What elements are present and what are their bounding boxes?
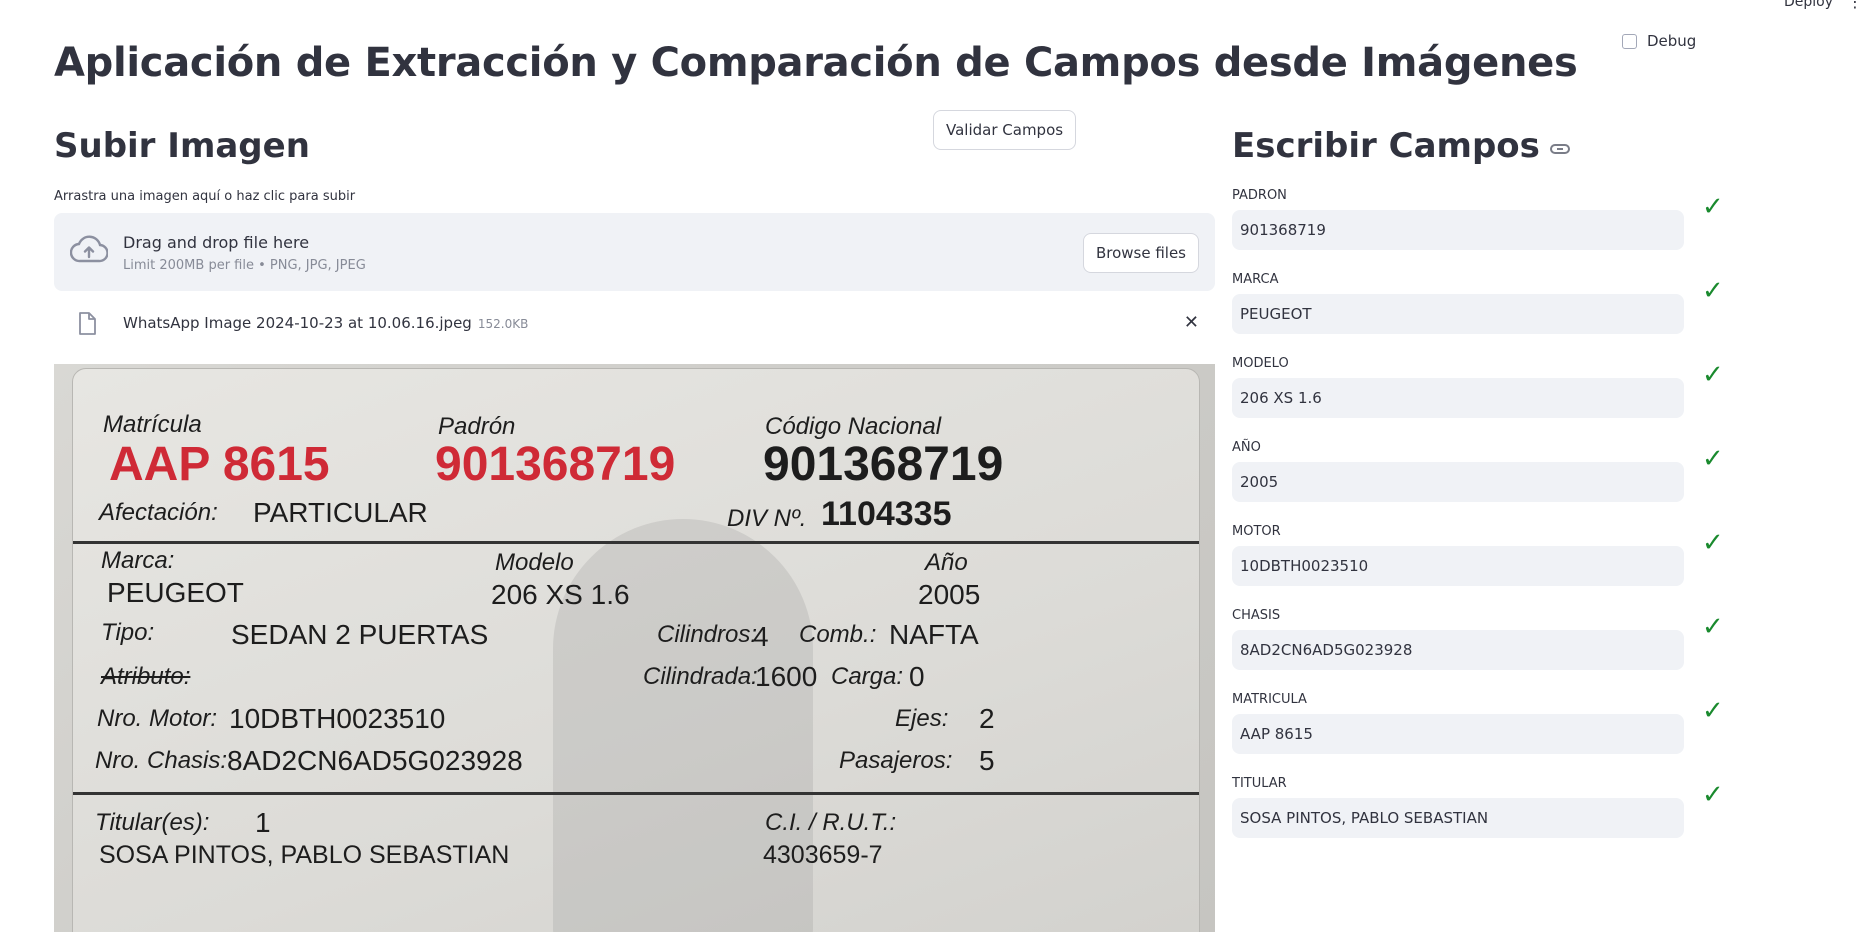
fields-heading: Escribir Campos (1232, 126, 1570, 166)
upload-heading: Subir Imagen (54, 126, 310, 166)
anio-input[interactable]: 2005 (1232, 462, 1684, 502)
field-titular: TITULAR SOSA PINTOS, PABLO SEBASTIAN ✓ (1232, 776, 1724, 838)
doc-ci-label: C.I. / R.U.T.: (765, 809, 897, 836)
modelo-input[interactable]: 206 XS 1.6 (1232, 378, 1684, 418)
anchor-link-icon[interactable] (1549, 144, 1570, 154)
doc-cilindros-label: Cilindros: (657, 621, 758, 648)
browse-files-button[interactable]: Browse files (1082, 233, 1199, 273)
divider (73, 541, 1199, 544)
doc-matricula-label: Matrícula (103, 411, 202, 438)
field-padron: PADRON 901368719 ✓ (1232, 188, 1724, 250)
fields-heading-text: Escribir Campos (1232, 126, 1540, 166)
doc-carga: 0 (909, 661, 925, 692)
check-icon: ✓ (1702, 528, 1724, 558)
file-icon (79, 312, 96, 335)
checkbox-box[interactable] (1622, 33, 1637, 49)
file-dropzone[interactable]: Drag and drop file here Limit 200MB per … (54, 213, 1215, 291)
doc-comb: NAFTA (889, 619, 979, 650)
doc-motor-label: Nro. Motor: (97, 705, 218, 732)
check-icon: ✓ (1702, 444, 1724, 474)
doc-anio-label: Año (925, 549, 968, 576)
doc-chasis-label: Nro. Chasis: (95, 747, 228, 774)
deploy-button[interactable]: Deploy (1784, 0, 1833, 10)
file-name: WhatsApp Image 2024-10-23 at 10.06.16.jp… (123, 314, 528, 332)
motor-input[interactable]: 10DBTH0023510 (1232, 546, 1684, 586)
field-marca: MARCA PEUGEOT ✓ (1232, 272, 1724, 334)
doc-matricula: AAP 8615 (109, 438, 330, 491)
field-label: MODELO (1232, 356, 1289, 371)
uploaded-file: WhatsApp Image 2024-10-23 at 10.06.16.jp… (54, 306, 1215, 342)
field-modelo: MODELO 206 XS 1.6 ✓ (1232, 356, 1724, 418)
check-icon: ✓ (1702, 276, 1724, 306)
field-label: MOTOR (1232, 524, 1281, 539)
doc-tipo: SEDAN 2 PUERTAS (231, 619, 489, 650)
doc-ejes-label: Ejes: (895, 705, 949, 732)
dropzone-limit: Limit 200MB per file • PNG, JPG, JPEG (123, 258, 366, 273)
debug-label: Debug (1647, 32, 1697, 50)
file-size: 152.0KB (477, 317, 529, 331)
uploaded-image-preview: Matrícula AAP 8615 Padrón 901368719 Códi… (54, 364, 1215, 932)
field-label: AÑO (1232, 440, 1261, 455)
field-label: TITULAR (1232, 776, 1287, 791)
main-menu-icon[interactable]: ⋮ (1847, 0, 1863, 11)
uploader-label: Arrastra una imagen aquí o haz clic para… (54, 189, 356, 204)
check-icon: ✓ (1702, 696, 1724, 726)
cloud-upload-icon (70, 235, 108, 263)
divider (73, 792, 1199, 795)
doc-motor: 10DBTH0023510 (229, 703, 446, 734)
debug-checkbox[interactable]: Debug (1622, 32, 1696, 50)
doc-titular-label: Titular(es): (95, 809, 210, 836)
doc-anio: 2005 (918, 579, 981, 610)
doc-div-label: DIV Nº. (727, 505, 807, 532)
doc-padron: 901368719 (435, 438, 676, 491)
validate-fields-button[interactable]: Validar Campos (933, 110, 1077, 150)
doc-chasis: 8AD2CN6AD5G023928 (227, 745, 523, 776)
doc-cilindros: 4 (753, 621, 769, 652)
doc-atributo-label: Atributo: (101, 663, 191, 690)
doc-tipo-label: Tipo: (101, 619, 155, 646)
doc-cilindrada: 1600 (755, 661, 818, 692)
doc-marca-label: Marca: (101, 547, 175, 574)
check-icon: ✓ (1702, 780, 1724, 810)
field-anio: AÑO 2005 ✓ (1232, 440, 1724, 502)
doc-afectacion: PARTICULAR (253, 497, 428, 528)
doc-cilindrada-label: Cilindrada: (643, 663, 758, 690)
field-matricula: MATRICULA AAP 8615 ✓ (1232, 692, 1724, 754)
check-icon: ✓ (1702, 612, 1724, 642)
doc-modelo-label: Modelo (495, 549, 574, 576)
field-label: CHASIS (1232, 608, 1281, 623)
doc-afectacion-label: Afectación: (99, 499, 218, 526)
chasis-input[interactable]: 8AD2CN6AD5G023928 (1232, 630, 1684, 670)
field-label: PADRON (1232, 188, 1287, 203)
field-chasis: CHASIS 8AD2CN6AD5G023928 ✓ (1232, 608, 1724, 670)
doc-carga-label: Carga: (831, 663, 904, 690)
field-motor: MOTOR 10DBTH0023510 ✓ (1232, 524, 1724, 586)
field-label: MATRICULA (1232, 692, 1307, 707)
doc-modelo: 206 XS 1.6 (491, 579, 630, 610)
doc-div: 1104335 (821, 495, 952, 533)
doc-titular: SOSA PINTOS, PABLO SEBASTIAN (99, 841, 510, 869)
padron-input[interactable]: 901368719 (1232, 210, 1684, 250)
titular-input[interactable]: SOSA PINTOS, PABLO SEBASTIAN (1232, 798, 1684, 838)
check-icon: ✓ (1702, 360, 1724, 390)
page-title: Aplicación de Extracción y Comparación d… (54, 40, 1578, 86)
file-name-text: WhatsApp Image 2024-10-23 at 10.06.16.jp… (123, 314, 472, 332)
remove-file-icon[interactable]: ✕ (1184, 312, 1199, 333)
doc-ci: 4303659-7 (763, 841, 883, 869)
field-label: MARCA (1232, 272, 1279, 287)
dropzone-instructions: Drag and drop file here (123, 233, 310, 252)
matricula-input[interactable]: AAP 8615 (1232, 714, 1684, 754)
doc-codigo: 901368719 (763, 438, 1004, 491)
doc-comb-label: Comb.: (799, 621, 877, 648)
doc-marca: PEUGEOT (107, 577, 244, 608)
doc-pasajeros: 5 (979, 745, 995, 776)
check-icon: ✓ (1702, 192, 1724, 222)
doc-ejes: 2 (979, 703, 995, 734)
doc-pasajeros-label: Pasajeros: (839, 747, 953, 774)
vehicle-document: Matrícula AAP 8615 Padrón 901368719 Códi… (72, 368, 1200, 932)
doc-titular-count: 1 (255, 807, 271, 838)
marca-input[interactable]: PEUGEOT (1232, 294, 1684, 334)
